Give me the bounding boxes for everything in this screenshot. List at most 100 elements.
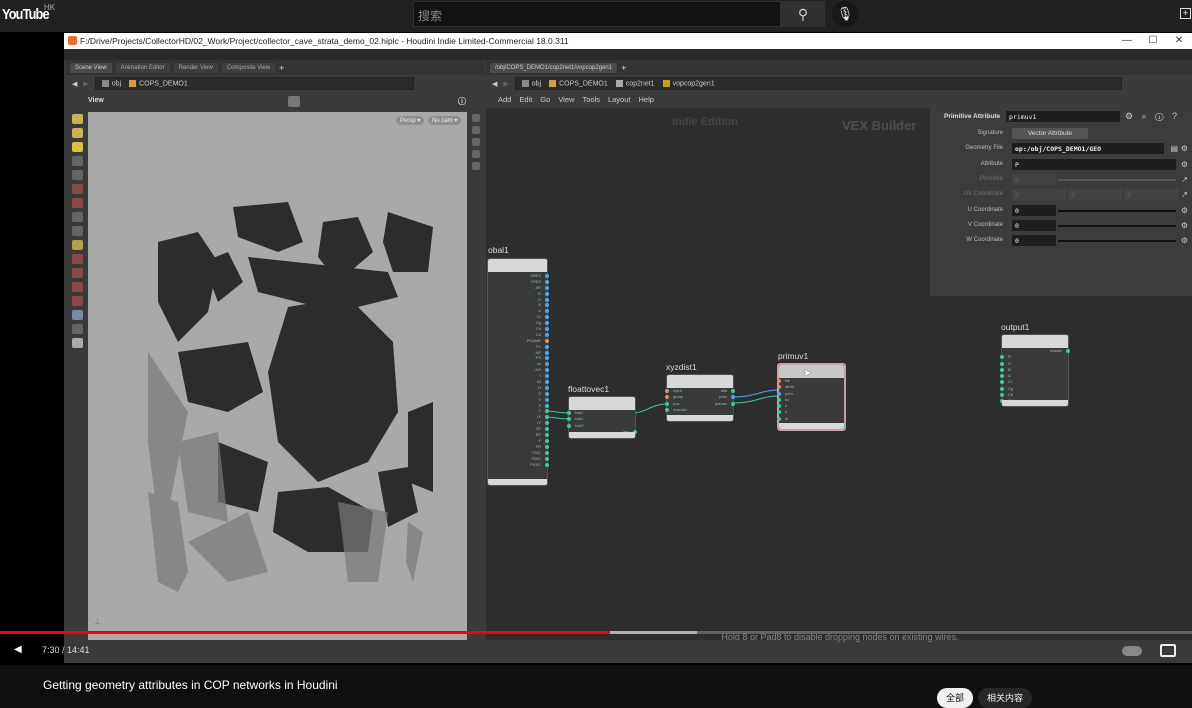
minimize-button[interactable]: — (1114, 33, 1140, 49)
gear-icon[interactable]: ⚙ (1181, 160, 1188, 169)
select-tool-icon[interactable] (71, 114, 83, 124)
parm-header-icons[interactable]: ⚙ ⌕ ⓘ ? (1125, 111, 1180, 122)
progress-played[interactable] (0, 631, 611, 634)
w-coordinate-field[interactable]: 0 (1012, 235, 1056, 247)
signature-dropdown[interactable]: Vector Attribute (1012, 128, 1088, 139)
menu-tools[interactable]: Tools (582, 95, 600, 104)
u-coordinate-field[interactable]: 0 (1012, 204, 1056, 216)
node-header[interactable] (779, 365, 844, 378)
geometry-file-field[interactable]: op:/obj/COPS_DEMO1/GEO (1012, 143, 1164, 155)
node-output[interactable]: shader RGBACrCgCbC4 (1000, 334, 1070, 407)
left-breadcrumb[interactable]: obj COPS_DEMO1 (94, 77, 414, 90)
autoplay-toggle[interactable] (1122, 646, 1142, 656)
menu-help[interactable]: Help (638, 95, 653, 104)
volume-icon[interactable]: ◀ (14, 644, 22, 655)
subtitles-icon[interactable] (1160, 644, 1176, 657)
node-header[interactable] (1002, 335, 1068, 348)
light-icon[interactable] (71, 324, 83, 334)
tab-network[interactable]: /obj/COPS_DEMO1/cop2net1/vopcop2gen1 (490, 62, 618, 73)
port-pxsc[interactable]: PXSC (488, 462, 549, 468)
gear-icon[interactable]: ⚙ (1181, 144, 1188, 153)
port-maxdist[interactable]: maxdist (665, 407, 733, 413)
crumb-obj[interactable]: obj (521, 79, 541, 87)
add-tab-button[interactable]: + (279, 63, 284, 73)
forward-icon[interactable]: ▶ (503, 80, 508, 88)
3d-viewport[interactable]: Persp ▾ No cam ▾ ⊥ (88, 112, 467, 640)
magnet2-icon[interactable] (71, 268, 83, 278)
tab-render-view[interactable]: Render View (173, 62, 218, 73)
back-icon[interactable]: ◀ (492, 80, 497, 88)
handle-tool-icon[interactable] (71, 142, 83, 152)
menu-go[interactable]: Go (540, 95, 550, 104)
gear-icon[interactable]: ⚙ (1181, 221, 1188, 230)
magnet3-icon[interactable] (71, 282, 83, 292)
port-primuv-out[interactable]: primuv (715, 401, 735, 407)
node-xyzdist[interactable]: input group pos maxdist dist prim primuv (665, 374, 735, 422)
tab-composite-view[interactable]: Composite View (221, 62, 276, 73)
display-mode-icon[interactable] (288, 96, 300, 107)
maximize-button[interactable]: ☐ (1140, 33, 1166, 49)
voice-search-button[interactable]: 🎙 (832, 1, 858, 27)
add-tab-button[interactable]: + (621, 63, 626, 73)
file-browse-icon[interactable]: ▤ (1170, 144, 1178, 153)
v-coordinate-slider[interactable] (1058, 224, 1176, 227)
create-button[interactable]: + (1180, 8, 1191, 19)
v-coordinate-field[interactable]: 0 (1012, 219, 1056, 231)
node-primuv[interactable]: file attrib prim uv u v w adata ➤ (777, 363, 846, 431)
youtube-logo[interactable]: YouTube (2, 6, 50, 23)
lock-camera-icon[interactable] (471, 126, 480, 134)
shading-icon[interactable] (471, 138, 480, 146)
tab-scene-view[interactable]: Scene View (70, 62, 112, 73)
right-breadcrumb[interactable]: obj COPS_DEMO1 cop2net1 vopcop2gen1 (514, 77, 1122, 90)
display-option-icon[interactable] (471, 114, 480, 122)
crumb-cop2net1[interactable]: cop2net1 (615, 79, 655, 87)
search-button[interactable]: ⚲ (781, 1, 825, 27)
node-header[interactable] (667, 375, 733, 388)
magnet-icon[interactable] (71, 254, 83, 264)
camera-dropdown[interactable]: No cam ▾ (428, 116, 462, 125)
crumb-cops-demo1[interactable]: COPS_DEMO1 (549, 79, 608, 87)
forward-icon[interactable]: ▶ (83, 80, 88, 88)
render-icon[interactable] (71, 338, 83, 348)
pose-icon[interactable] (71, 240, 83, 250)
attribute-field[interactable]: P (1012, 158, 1176, 170)
lock-icon[interactable] (71, 170, 83, 180)
snap-icon[interactable] (71, 184, 83, 194)
node-name-field[interactable]: primuv1 (1006, 111, 1120, 122)
chip-all[interactable]: 全部 (937, 688, 974, 708)
back-icon[interactable]: ◀ (72, 80, 77, 88)
view-tool-icon[interactable] (71, 128, 83, 138)
perspective-dropdown[interactable]: Persp ▾ (396, 116, 425, 125)
w-coordinate-slider[interactable] (1058, 240, 1176, 243)
camera-icon[interactable] (71, 310, 83, 320)
node-header[interactable] (488, 259, 547, 272)
menu-view[interactable]: View (558, 95, 574, 104)
crumb-obj[interactable]: obj (101, 79, 121, 87)
search-input[interactable]: 搜索 (413, 1, 781, 27)
channel-icon[interactable]: ↗ (1181, 190, 1188, 199)
magnet4-icon[interactable] (71, 296, 83, 306)
help-icon[interactable]: ⓘ (458, 96, 466, 107)
chip-related[interactable]: 相关内容 (978, 688, 1033, 708)
close-button[interactable]: ✕ (1166, 33, 1192, 49)
node-global[interactable]: XRES YRES AR R G B A Cr Cg Cb C4 PNAME PL NP PS AI AO I NI… (487, 258, 549, 486)
crumb-cops-demo1[interactable]: COPS_DEMO1 (129, 79, 188, 87)
crumb-vopcop2gen1[interactable]: vopcop2gen1 (662, 79, 715, 87)
gear-icon[interactable]: ⚙ (1181, 236, 1188, 245)
menu-edit[interactable]: Edit (519, 95, 532, 104)
snap-point-icon[interactable] (71, 212, 83, 222)
channel-icon[interactable]: ↗ (1181, 175, 1188, 184)
gear-icon[interactable]: ⚙ (1181, 206, 1188, 215)
menu-layout[interactable]: Layout (608, 95, 631, 104)
pointer-icon[interactable] (71, 156, 83, 166)
snap-multi-icon[interactable] (71, 226, 83, 236)
u-coordinate-slider[interactable] (1058, 209, 1176, 212)
menu-add[interactable]: Add (498, 95, 511, 104)
network-canvas[interactable]: Indie Edition VEX Builder obal1 XRES YRES… (486, 108, 1192, 640)
tab-animation-editor[interactable]: Animation Editor (115, 62, 170, 73)
snap-grid-icon[interactable] (71, 198, 83, 208)
grid-icon[interactable] (471, 162, 480, 170)
node-floattovec[interactable]: fval1 fval2 fval3 vec (567, 396, 637, 439)
node-header[interactable] (569, 397, 635, 410)
light-display-icon[interactable] (471, 150, 480, 158)
